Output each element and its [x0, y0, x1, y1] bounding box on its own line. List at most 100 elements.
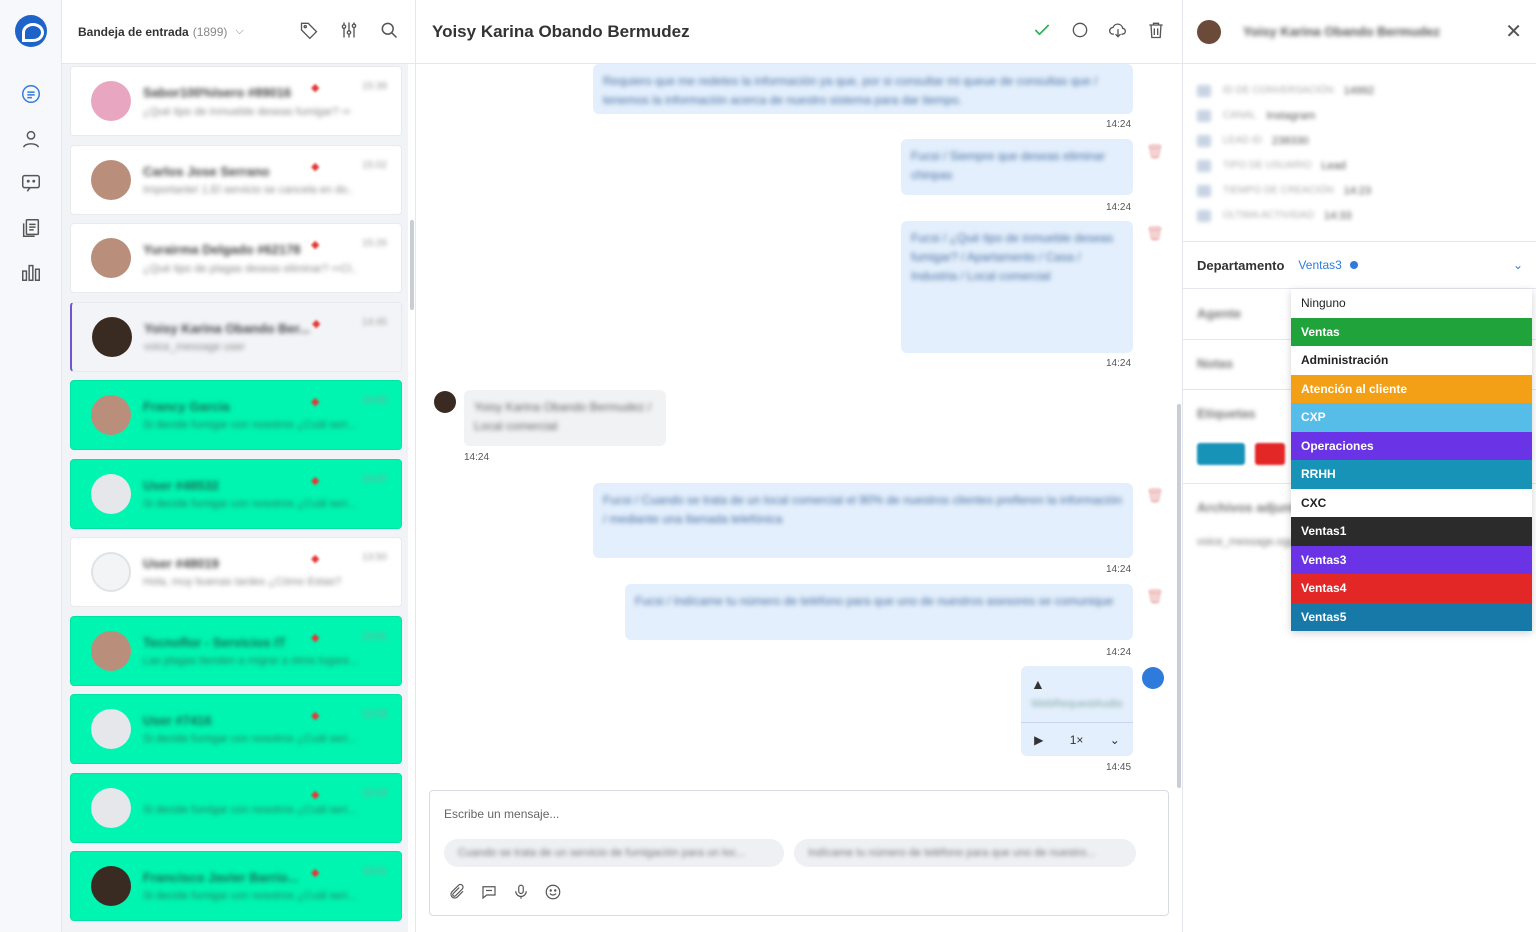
avatar: [91, 159, 131, 200]
label-chip[interactable]: [1197, 443, 1245, 465]
microphone-icon[interactable]: [512, 883, 530, 904]
resolve-check-icon[interactable]: [1032, 20, 1052, 43]
conversation-item[interactable]: Yurairma Delgado #62178 ¿Qué tipo de plag…: [70, 223, 402, 293]
tag-icon: ◆: [311, 396, 320, 408]
contact-info: ID DE CONVERSACIÓN 14992 CANAL Instagram LEA…: [1197, 78, 1517, 228]
conversation-item[interactable]: Yoisy Karina Obando Ber... voice_message …: [70, 301, 402, 372]
conversation-item[interactable]: Tecnoflor - Servicios IT Las plagas tiend…: [70, 615, 402, 686]
label-chip[interactable]: [1255, 443, 1285, 465]
info-icon: [1197, 109, 1211, 122]
department-option[interactable]: RRHH: [1291, 460, 1532, 489]
message-text: Fucsi / Indícame tu número de teléfono p…: [635, 594, 1114, 608]
department-value[interactable]: Ventas3: [1298, 258, 1341, 272]
contacts-nav-icon[interactable]: [17, 125, 45, 153]
tag-icon: ◆: [311, 82, 320, 94]
department-option[interactable]: CXC: [1291, 488, 1532, 517]
conversation-scroll-area[interactable]: Sabor100%Isero #89016 ¿Qué tipo de inmueb…: [62, 64, 408, 932]
department-label: Departamento: [1197, 257, 1285, 273]
conversation-item[interactable]: Sabor100%Isero #89016 ¿Qué tipo de inmueb…: [70, 66, 402, 136]
department-selector[interactable]: Departamento Ventas3 ⌄: [1183, 241, 1536, 289]
attachment-icon[interactable]: [448, 883, 466, 904]
list-header: Bandeja de entrada (1899) ⌵: [62, 0, 415, 64]
tag-icon: ◆: [311, 239, 320, 251]
trash-icon[interactable]: [1146, 20, 1166, 43]
agent-label: Agente: [1197, 306, 1242, 321]
template-chat-icon[interactable]: [480, 883, 498, 904]
info-key: CANAL: [1223, 110, 1257, 121]
contact-avatar: [434, 391, 456, 413]
avatar: [91, 709, 131, 749]
search-icon[interactable]: [379, 20, 399, 43]
conversation-time: 14:37: [361, 473, 387, 485]
filter-sliders-icon[interactable]: [339, 20, 359, 43]
conversation-name: Francy Garcia: [143, 399, 230, 414]
department-option[interactable]: Ventas: [1291, 317, 1532, 346]
reports-nav-icon[interactable]: [17, 258, 45, 286]
documents-nav-icon[interactable]: [17, 214, 45, 242]
department-option[interactable]: Ventas3: [1291, 545, 1532, 574]
info-row: CANAL Instagram: [1197, 103, 1517, 128]
conversation-item[interactable]: User #7416 Si decide fumigar con nosotros…: [70, 694, 402, 764]
conversation-item[interactable]: Francy Garcia Si decide fumigar con nosot…: [70, 380, 402, 450]
department-option[interactable]: CXP: [1291, 403, 1532, 432]
conversation-preview: Si decide fumigar con nosotros ¿Cuál ser…: [143, 890, 357, 902]
department-option[interactable]: Ventas4: [1291, 574, 1532, 603]
quick-reply-chip[interactable]: Cuando se trata de un servicio de fumiga…: [444, 839, 784, 867]
department-option[interactable]: Ventas1: [1291, 517, 1532, 546]
tag-icon: ◆: [311, 474, 320, 487]
app-logo-icon[interactable]: [15, 15, 47, 47]
close-icon[interactable]: ✕: [1505, 19, 1522, 44]
message-input[interactable]: [444, 807, 1144, 821]
chat-header: Yoisy Karina Obando Bermudez: [416, 0, 1182, 64]
message-time: 14:24: [1106, 564, 1132, 575]
info-value: 238330: [1271, 134, 1309, 147]
delete-message-icon[interactable]: 🗑: [1146, 588, 1164, 605]
message-time: 14:24: [1106, 358, 1132, 369]
department-option[interactable]: Atención al cliente: [1291, 374, 1532, 403]
conversation-item[interactable]: Si decide fumigar con nosotros ¿Cuál ser…: [70, 772, 402, 843]
chevron-down-icon[interactable]: ⌄: [1513, 258, 1523, 272]
avatar: [91, 473, 131, 514]
info-value: 14:33: [1323, 209, 1352, 222]
department-option[interactable]: Ventas5: [1291, 602, 1532, 631]
list-scrollbar[interactable]: [410, 220, 414, 310]
conversations-nav-icon[interactable]: [17, 169, 45, 197]
department-dropdown: Ninguno Ventas Administración Atención al c…: [1291, 289, 1532, 631]
playback-speed[interactable]: 1×: [1070, 733, 1084, 747]
info-key: TIEMPO DE CREACIÓN: [1223, 185, 1334, 196]
quick-reply-chip[interactable]: Indícame tu número de teléfono para que …: [794, 839, 1136, 867]
play-icon[interactable]: ▶: [1034, 733, 1043, 747]
emoji-icon[interactable]: [544, 883, 562, 904]
info-value: 14:23: [1343, 184, 1372, 197]
delete-message-icon[interactable]: 🗑: [1146, 225, 1164, 242]
department-option[interactable]: Ninguno: [1291, 289, 1532, 318]
chat-scrollbar[interactable]: [1177, 404, 1181, 788]
tag-icon[interactable]: [299, 20, 319, 43]
conversation-item[interactable]: User #48019 Hola, muy buenas tardes ¿Cómo…: [70, 537, 402, 607]
department-option[interactable]: Administración: [1291, 346, 1532, 375]
message-bubble-incoming: Yoisy Karina Obando Bermudez / Local com…: [464, 390, 666, 446]
chevron-down-icon[interactable]: ⌵: [235, 25, 243, 38]
conversation-item[interactable]: Francisco Javier Barrio... Si decide fumi…: [70, 851, 402, 921]
message-bubble: Fucsi / ¿Qué tipo de inmueble deseas fum…: [901, 221, 1133, 353]
conversation-item[interactable]: Carlos Jose Serrano Importante! 1.El serv…: [70, 144, 402, 215]
audio-title: WebRequestAudio: [1031, 698, 1123, 710]
chat-pane: Yoisy Karina Obando Bermudez Requiero qu…: [416, 0, 1182, 932]
status-circle-icon[interactable]: [1070, 20, 1090, 43]
conversation-item[interactable]: User #48532 Si decide fumigar con nosotro…: [70, 458, 402, 529]
info-icon: [1197, 209, 1211, 222]
department-option[interactable]: Operaciones: [1291, 431, 1532, 460]
info-key: TIPO DE USUARIO: [1223, 160, 1312, 171]
message-text: Fucsi / Cuando se trata de un local come…: [603, 493, 1122, 526]
message-bubble: Fucsi / Indícame tu número de teléfono p…: [625, 584, 1133, 640]
attachment-item[interactable]: voice_message.ogg: [1197, 536, 1295, 548]
delete-message-icon[interactable]: 🗑: [1146, 143, 1164, 160]
chevron-down-icon[interactable]: ⌄: [1110, 733, 1120, 747]
cloud-download-icon[interactable]: [1108, 20, 1128, 43]
chat-nav-icon[interactable]: [17, 80, 45, 108]
labels-label: Etiquetas: [1197, 406, 1256, 421]
delete-message-icon[interactable]: 🗑: [1146, 487, 1164, 504]
message-time: 14:45: [1106, 762, 1132, 773]
inbox-label[interactable]: Bandeja de entrada: [78, 25, 189, 39]
message-text: Yoisy Karina Obando Bermudez / Local com…: [474, 400, 651, 433]
